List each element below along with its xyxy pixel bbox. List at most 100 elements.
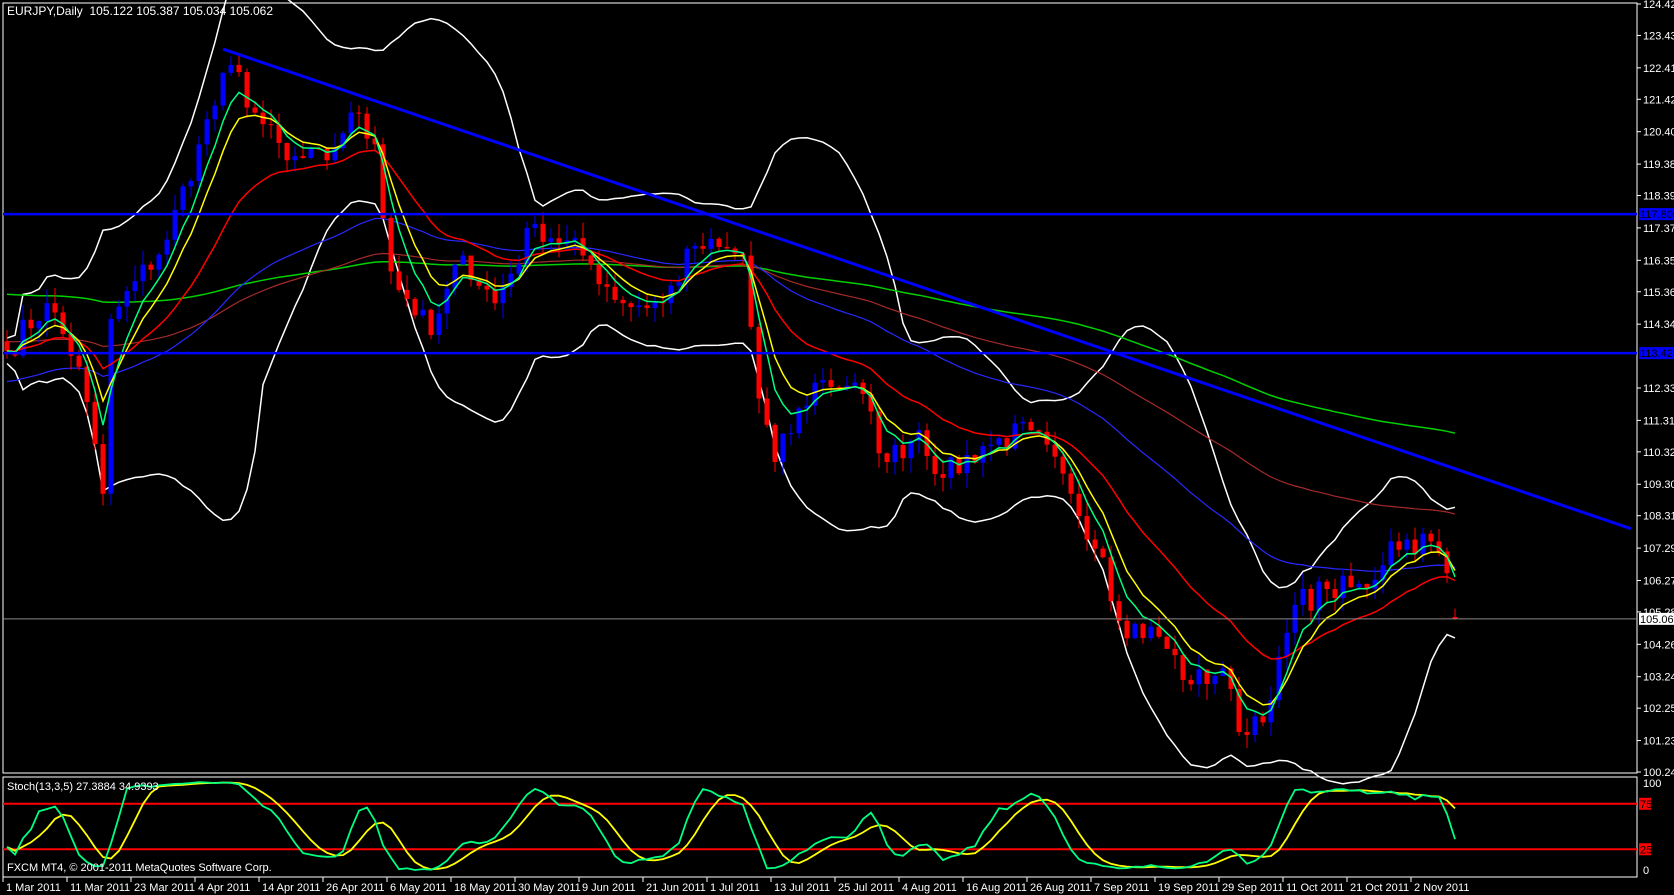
candle-body <box>1140 623 1146 639</box>
candle <box>1388 528 1394 569</box>
candle-body <box>700 246 706 249</box>
candle <box>1068 467 1074 504</box>
candle-body <box>244 72 250 108</box>
candle <box>484 271 490 302</box>
candle-body <box>300 156 306 159</box>
candle <box>716 236 722 252</box>
candle-body <box>724 246 730 249</box>
candle <box>220 72 226 111</box>
candle-body <box>900 444 906 459</box>
candle-body <box>692 246 698 249</box>
candle-body <box>1180 655 1186 680</box>
price-tick-label: 102.250 <box>1643 703 1674 715</box>
candle-body <box>52 303 58 313</box>
candle <box>788 423 794 446</box>
candle <box>532 215 538 237</box>
price-tick-label: 114.340 <box>1643 319 1674 331</box>
candle <box>1204 669 1210 700</box>
candle <box>836 385 842 389</box>
candle <box>132 265 138 302</box>
candle <box>492 277 498 311</box>
candle <box>172 194 178 248</box>
candle-body <box>1068 473 1074 494</box>
candle <box>260 100 266 138</box>
candle <box>1316 576 1322 625</box>
time-tick-label: 1 Mar 2011 <box>6 882 61 894</box>
time-tick-label: 18 May 2011 <box>454 882 517 894</box>
candle-body <box>1188 679 1194 685</box>
candle <box>188 178 194 197</box>
candle <box>604 272 610 303</box>
candle-body <box>1388 541 1394 566</box>
candle <box>1412 527 1418 563</box>
candle <box>884 452 890 473</box>
stochastic-level-label: 75 <box>1640 799 1652 811</box>
candle-body <box>1148 626 1154 639</box>
chart-canvas[interactable]: 117.805 113.428 124.420 123.430 122.410 121.4… <box>0 0 1674 895</box>
candle <box>756 323 762 414</box>
candle-body <box>324 148 330 161</box>
time-tick-label: 29 Sep 2011 <box>1222 882 1284 894</box>
candle-body <box>1260 716 1266 723</box>
candle-body <box>604 284 610 287</box>
stochastic-scale-min: 0 <box>1643 865 1649 877</box>
candle <box>4 329 10 359</box>
symbol-label: EURJPY,Daily <box>7 4 83 18</box>
candle <box>908 439 914 473</box>
candle <box>1028 418 1034 432</box>
candle-body <box>1196 669 1202 685</box>
candle-body <box>252 107 258 113</box>
candle <box>1212 672 1218 695</box>
candle-body <box>612 286 618 300</box>
candle <box>1124 614 1130 647</box>
candle <box>964 439 970 489</box>
candle <box>1276 645 1282 709</box>
copyright-label: FXCM MT4, © 2001-2011 MetaQuotes Softwar… <box>7 862 272 874</box>
candle <box>420 300 426 319</box>
candle <box>124 286 130 323</box>
time-tick-label: 4 Apr 2011 <box>198 882 250 894</box>
candle <box>412 296 418 319</box>
candle <box>1140 622 1146 644</box>
current-price-label: 105.062 <box>1640 614 1674 626</box>
candle-body <box>492 289 498 304</box>
candle-body <box>1124 620 1130 639</box>
price-tick-label: 115.360 <box>1643 287 1674 299</box>
candle-body <box>156 254 162 270</box>
candle <box>212 99 218 132</box>
candle-body <box>644 305 650 308</box>
candle <box>356 105 362 130</box>
time-tick-label: 4 Aug 2011 <box>902 882 957 894</box>
candle-body <box>404 289 410 299</box>
candle <box>1196 655 1202 697</box>
candle-body <box>1036 430 1042 432</box>
candle <box>236 53 242 77</box>
candle-body <box>1100 548 1106 558</box>
candle-body <box>772 424 778 463</box>
candle-body <box>436 313 442 335</box>
candle <box>900 434 906 471</box>
candle <box>148 261 154 280</box>
time-tick-label: 26 Apr 2011 <box>326 882 385 894</box>
candle-body <box>388 217 394 272</box>
candle <box>1100 545 1106 559</box>
candle-body <box>988 444 994 447</box>
candle-body <box>1404 539 1410 550</box>
candle-body <box>1428 533 1434 542</box>
candle-body <box>484 285 490 290</box>
price-tick-label: 104.260 <box>1643 639 1674 651</box>
candle <box>1116 594 1122 630</box>
candle-body <box>788 433 794 435</box>
candle <box>980 441 986 478</box>
ma-100-line <box>6 252 1456 515</box>
candle-body <box>1076 493 1082 517</box>
candle <box>156 252 162 278</box>
time-tick-label: 30 May 2011 <box>518 882 581 894</box>
candle-body <box>148 264 154 270</box>
candle <box>1084 500 1090 551</box>
candle-body <box>1316 581 1322 611</box>
candle-body <box>412 298 418 316</box>
candle-body <box>1108 557 1114 602</box>
candle <box>732 246 738 260</box>
ma-200-line <box>6 260 1456 434</box>
